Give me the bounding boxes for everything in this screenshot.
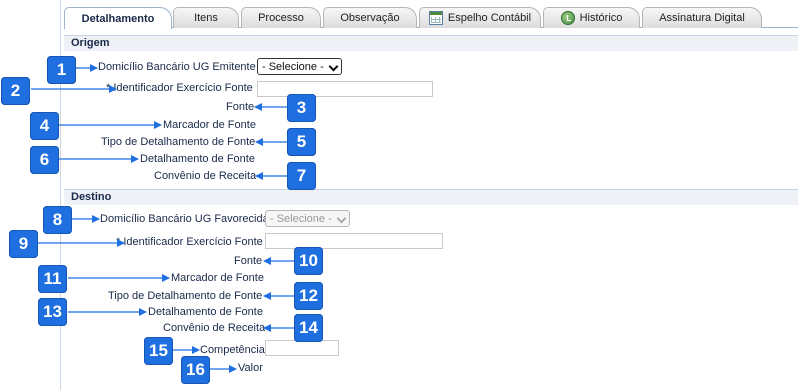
callout-badge-2: 2	[1, 77, 30, 105]
callout-badge-15: 15	[144, 337, 173, 365]
destino-identificador-label: * Identificador Exercício Fonte	[116, 236, 263, 248]
destino-competencia-input[interactable]	[265, 340, 339, 356]
tab-itens[interactable]: Itens	[173, 7, 239, 28]
callout-badge-12: 12	[294, 282, 323, 310]
section-title: Destino	[71, 191, 112, 203]
origem-fonte-label: Fonte	[226, 101, 255, 113]
tab-detalhamento[interactable]: Detalhamento	[64, 7, 172, 29]
history-icon	[560, 11, 575, 25]
tab-label: Histórico	[579, 12, 623, 24]
tab-label: Detalhamento	[81, 12, 155, 25]
required-marker: *	[116, 236, 121, 248]
chevron-down-icon	[338, 215, 345, 222]
callout-badge-14: 14	[294, 314, 323, 342]
tab-historico[interactable]: Histórico	[543, 7, 640, 28]
callout-badge-11: 11	[38, 265, 67, 293]
origem-marcador-label: Marcador de Fonte	[163, 119, 256, 131]
select-value: - Selecione -	[270, 212, 332, 225]
origem-tipo-detalhamento-label: Tipo de Detalhamento de Fonte	[101, 136, 256, 148]
callout-badge-1: 1	[47, 56, 76, 84]
section-title: Origem	[71, 37, 110, 49]
tab-label: Itens	[194, 12, 218, 24]
tab-bar: Detalhamento Itens Processo Observação E…	[64, 0, 798, 29]
tab-label: Observação	[340, 12, 400, 24]
destino-valor-label: Valor	[238, 362, 263, 374]
destino-marcador-label: Marcador de Fonte	[171, 272, 264, 284]
destino-domicilio-select[interactable]: - Selecione -	[265, 210, 350, 227]
callout-badge-9: 9	[9, 230, 38, 258]
tab-processo[interactable]: Processo	[241, 7, 321, 28]
callout-badge-16: 16	[181, 356, 210, 384]
label-text: Identificador Exercício Fonte	[123, 236, 263, 248]
origem-identificador-label: * Identificador Exercício Fonte	[106, 82, 253, 94]
tab-assinatura-digital[interactable]: Assinatura Digital	[642, 7, 762, 28]
origem-domicilio-select[interactable]: - Selecione -	[257, 58, 342, 75]
tab-label: Processo	[258, 12, 304, 24]
destino-detalhamento-label: Detalhamento de Fonte	[148, 306, 263, 318]
origem-domicilio-label: Domicílio Bancário UG Emitente	[98, 61, 256, 73]
section-origem-header: Origem	[64, 35, 798, 51]
label-text: Identificador Exercício Fonte	[113, 82, 253, 94]
destino-identificador-input[interactable]	[265, 233, 443, 249]
chevron-down-icon	[330, 63, 337, 70]
destino-competencia-label: Competência	[200, 344, 265, 356]
spreadsheet-icon	[428, 11, 443, 25]
destino-domicilio-label: Domicílio Bancário UG Favorecida	[100, 213, 269, 225]
select-value: - Selecione -	[262, 60, 324, 73]
section-destino-header: Destino	[64, 189, 798, 205]
callout-badge-3: 3	[287, 94, 316, 122]
tab-observacao[interactable]: Observação	[323, 7, 417, 28]
destino-fonte-label: Fonte	[234, 255, 263, 267]
callout-badge-10: 10	[294, 247, 323, 275]
callout-badge-6: 6	[30, 146, 59, 174]
callout-badge-8: 8	[43, 206, 72, 234]
callout-badge-5: 5	[287, 128, 316, 156]
callout-badge-4: 4	[30, 112, 59, 140]
destino-tipo-detalhamento-label: Tipo de Detalhamento de Fonte	[108, 290, 263, 302]
origem-identificador-input[interactable]	[257, 81, 433, 97]
origem-convenio-label: Convênio de Receita	[154, 170, 257, 182]
tab-label: Espelho Contábil	[447, 12, 532, 24]
destino-convenio-label: Convênio de Receita	[163, 322, 266, 334]
callout-badge-13: 13	[38, 298, 67, 326]
callout-badge-7: 7	[287, 162, 316, 190]
tab-espelho-contabil[interactable]: Espelho Contábil	[419, 7, 541, 28]
required-marker: *	[106, 82, 111, 94]
origem-detalhamento-label: Detalhamento de Fonte	[140, 153, 255, 165]
tab-label: Assinatura Digital	[659, 12, 745, 24]
